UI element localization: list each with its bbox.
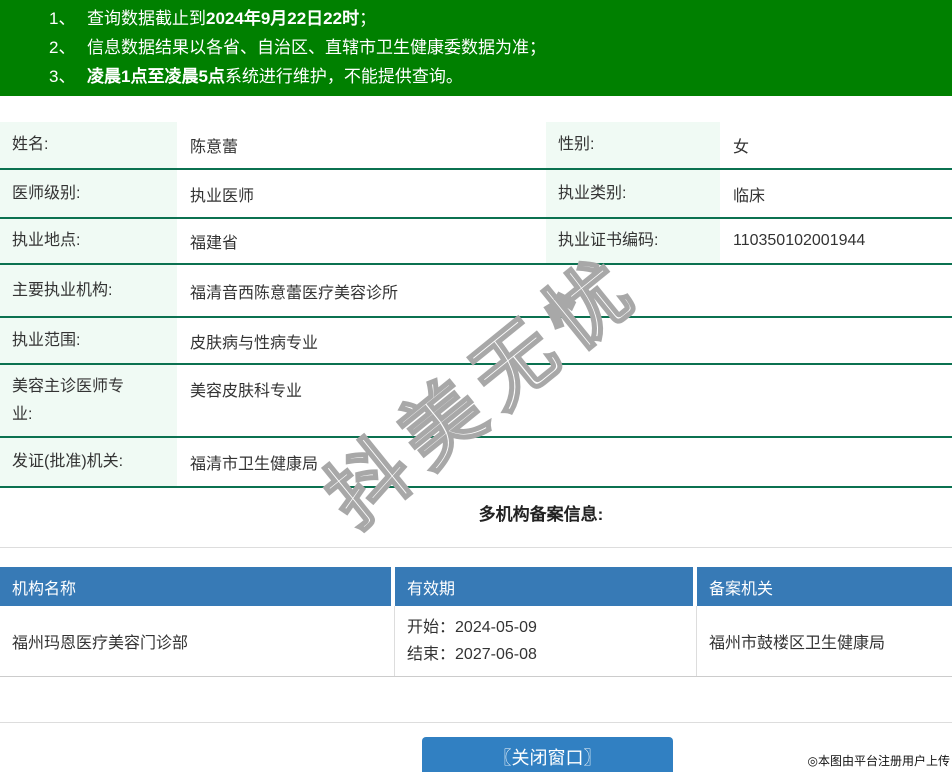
notice-line-1: 1、 查询数据截止到2024年9月22日22时； [0,4,952,33]
notice-text-bold: 凌晨1点至凌晨5点 [87,67,225,86]
practice-scope-value: 皮肤病与性病专业 [190,334,319,352]
start-date: 2024-05-09 [455,619,537,636]
close-window-button[interactable]: 〖关闭窗口〗 [422,737,673,772]
notice-line-3: 3、 凌晨1点至凌晨5点系统进行维护，不能提供查询。 [0,62,952,91]
license-query-result-page: 1、 查询数据截止到2024年9月22日22时； 2、 信息数据结果以各省、自治区、… [0,0,952,772]
table-row: 美容主诊医师专业: 美容皮肤科专业 [0,365,952,438]
certificate-number-value: 110350102001944 [733,232,866,249]
main-institution-value: 福清音西陈意蕾医疗美容诊所 [190,284,399,302]
practice-category-label: 执业类别: [546,170,720,217]
name-label: 姓名: [0,122,177,168]
practice-location-label: 执业地点: [0,219,177,263]
table-row: 主要执业机构: 福清音西陈意蕾医疗美容诊所 [0,265,952,318]
divider [0,547,952,548]
org-name-value: 福州玛恩医疗美容门诊部 [0,606,395,676]
doctor-level-label: 医师级别: [0,170,177,217]
filing-authority-value: 福州市鼓楼区卫生健康局 [709,635,886,652]
filing-table: 机构名称 有效期 备案机关 福州玛恩医疗美容门诊部 开始：2024-05-09 … [0,567,952,677]
cosmetic-specialty-value: 美容皮肤科专业 [190,383,303,400]
practice-category-value: 临床 [733,187,766,205]
table-row: 福州玛恩医疗美容门诊部 开始：2024-05-09 结束：2027-06-08 … [0,606,952,677]
notice-text: 查询数据截止到 [87,9,206,28]
notice-banner: 1、 查询数据截止到2024年9月22日22时； 2、 信息数据结果以各省、自治区、… [0,0,952,96]
cosmetic-specialty-label: 美容主诊医师专业: [0,365,177,436]
multi-institution-section-title: 多机构备案信息: [478,505,604,524]
filing-authority-header: 备案机关 [697,567,952,606]
notice-line-2: 2、 信息数据结果以各省、自治区、直辖市卫生健康委数据为准； [0,33,952,62]
gender-label: 性别: [546,122,720,168]
start-label: 开始： [407,619,456,636]
gender-value: 女 [733,139,750,156]
table-row: 发证(批准)机关: 福清市卫生健康局 [0,438,952,488]
notice-number: 1、 [49,9,76,28]
issuing-authority-value: 福清市卫生健康局 [190,456,319,473]
validity-end: 结束：2027-06-08 [407,641,537,668]
certificate-number-label: 执业证书编码: [546,219,720,263]
validity-header: 有效期 [395,567,697,606]
notice-number: 3、 [49,67,76,86]
practice-location-value: 福建省 [190,235,239,252]
notice-text: ； [359,9,377,28]
notice-text-bold: 2024年9月22日22时 [206,9,360,28]
notice-text: 系统进行维护，不能提供查询。 [224,67,463,86]
validity-period-value: 开始：2024-05-09 结束：2027-06-08 [395,606,697,676]
name-value: 陈意蕾 [190,139,239,156]
notice-text: 信息数据结果以各省、自治区、直辖市卫生健康委数据为准； [87,38,546,57]
practitioner-info-table: 姓名: 陈意蕾 性别: 女 医师级别: 执业医师 执业类别: 临床 执业地点: … [0,122,952,488]
table-row: 医师级别: 执业医师 执业类别: 临床 [0,170,952,219]
issuing-authority-label: 发证(批准)机关: [0,438,177,486]
table-row: 执业范围: 皮肤病与性病专业 [0,318,952,365]
doctor-level-value: 执业医师 [190,187,255,205]
validity-start: 开始：2024-05-09 [407,614,537,641]
main-institution-label: 主要执业机构: [0,265,177,316]
notice-number: 2、 [49,38,76,57]
end-date: 2027-06-08 [455,646,537,663]
divider [0,722,952,723]
table-row: 姓名: 陈意蕾 性别: 女 [0,122,952,170]
table-row: 执业地点: 福建省 执业证书编码: 110350102001944 [0,219,952,265]
end-label: 结束： [407,646,456,663]
filing-table-header: 机构名称 有效期 备案机关 [0,567,952,606]
org-name-header: 机构名称 [0,567,395,606]
upload-attribution-text: ◎本图由平台注册用户上传 [807,754,950,768]
practice-scope-label: 执业范围: [0,318,177,363]
